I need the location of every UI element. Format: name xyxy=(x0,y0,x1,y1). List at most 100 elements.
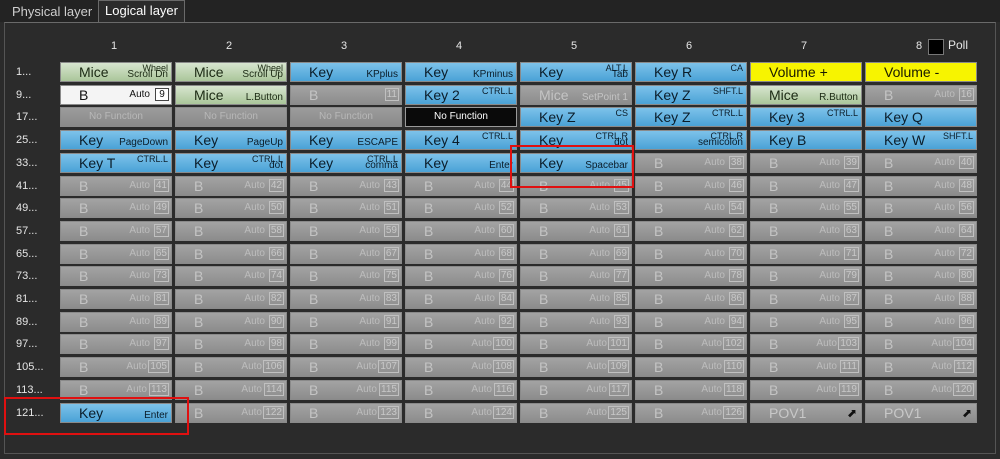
grid-button-64[interactable]: B Auto 64 xyxy=(865,220,977,241)
grid-button-71[interactable]: B Auto 71 xyxy=(750,243,862,264)
grid-button-40[interactable]: B Auto 40 xyxy=(865,152,977,173)
grid-button-126[interactable]: B Auto 126 xyxy=(635,402,747,423)
grid-button-34[interactable]: Key dot CTRL.L xyxy=(175,152,287,173)
grid-button-119[interactable]: B Auto 119 xyxy=(750,379,862,400)
grid-button-82[interactable]: B Auto 82 xyxy=(175,289,287,309)
grid-button-88[interactable]: B Auto 88 xyxy=(865,289,977,309)
grid-button-11[interactable]: B 11 xyxy=(290,84,402,105)
grid-button-22[interactable]: Key Z CTRL.L xyxy=(635,107,747,128)
grid-button-79[interactable]: B Auto 79 xyxy=(750,266,862,287)
grid-button-118[interactable]: B Auto 118 xyxy=(635,379,747,400)
grid-button-86[interactable]: B Auto 86 xyxy=(635,289,747,309)
grid-button-30[interactable]: semicolon CTRL.R xyxy=(635,130,747,151)
grid-button-52[interactable]: B Auto 52 xyxy=(405,198,517,219)
grid-button-74[interactable]: B Auto 74 xyxy=(175,266,287,287)
grid-button-68[interactable]: B Auto 68 xyxy=(405,243,517,264)
grid-button-17[interactable]: No Function xyxy=(60,107,172,128)
grid-button-1[interactable]: Mice Scroll Dn Wheel xyxy=(60,62,172,82)
grid-button-54[interactable]: B Auto 54 xyxy=(635,198,747,219)
grid-button-50[interactable]: B Auto 50 xyxy=(175,198,287,219)
grid-button-55[interactable]: B Auto 55 xyxy=(750,198,862,219)
grid-button-109[interactable]: B Auto 109 xyxy=(520,357,632,378)
grid-button-89[interactable]: B Auto 89 xyxy=(60,311,172,332)
grid-button-65[interactable]: B Auto 65 xyxy=(60,243,172,264)
poll-checkbox[interactable] xyxy=(928,39,944,55)
grid-button-63[interactable]: B Auto 63 xyxy=(750,220,862,241)
grid-button-108[interactable]: B Auto 108 xyxy=(405,357,517,378)
grid-button-75[interactable]: B Auto 75 xyxy=(290,266,402,287)
tab-logical-layer[interactable]: Logical layer xyxy=(98,0,185,22)
grid-button-87[interactable]: B Auto 87 xyxy=(750,289,862,309)
grid-button-73[interactable]: B Auto 73 xyxy=(60,266,172,287)
grid-button-61[interactable]: B Auto 61 xyxy=(520,220,632,241)
grid-button-33[interactable]: Key T CTRL.L xyxy=(60,152,172,173)
grid-button-9[interactable]: B Auto 9 xyxy=(60,84,172,105)
grid-button-67[interactable]: B Auto 67 xyxy=(290,243,402,264)
grid-button-37[interactable]: Key Spacebar xyxy=(520,152,632,173)
grid-button-19[interactable]: No Function xyxy=(290,107,402,128)
grid-button-77[interactable]: B Auto 77 xyxy=(520,266,632,287)
grid-button-35[interactable]: Key comma CTRL.L xyxy=(290,152,402,173)
grid-button-48[interactable]: B Auto 48 xyxy=(865,175,977,196)
grid-button-128[interactable]: POV1 ⬈ xyxy=(865,402,977,423)
grid-button-70[interactable]: B Auto 70 xyxy=(635,243,747,264)
grid-button-123[interactable]: B Auto 123 xyxy=(290,402,402,423)
grid-button-16[interactable]: B Auto 16 xyxy=(865,84,977,105)
grid-button-5[interactable]: Key Tab ALT.L xyxy=(520,62,632,82)
grid-button-47[interactable]: B Auto 47 xyxy=(750,175,862,196)
grid-button-117[interactable]: B Auto 117 xyxy=(520,379,632,400)
grid-button-12[interactable]: Key 2 CTRL.L xyxy=(405,84,517,105)
grid-button-49[interactable]: B Auto 49 xyxy=(60,198,172,219)
grid-button-43[interactable]: B Auto 43 xyxy=(290,175,402,196)
grid-button-80[interactable]: B Auto 80 xyxy=(865,266,977,287)
grid-button-10[interactable]: Mice L.Button xyxy=(175,84,287,105)
grid-button-13[interactable]: Mice SetPoint 1 xyxy=(520,84,632,105)
grid-button-7[interactable]: Volume + xyxy=(750,62,862,82)
grid-button-112[interactable]: B Auto 112 xyxy=(865,357,977,378)
grid-button-96[interactable]: B Auto 96 xyxy=(865,311,977,332)
grid-button-100[interactable]: B Auto 100 xyxy=(405,334,517,355)
grid-button-95[interactable]: B Auto 95 xyxy=(750,311,862,332)
grid-button-81[interactable]: B Auto 81 xyxy=(60,289,172,309)
grid-button-6[interactable]: Key R CA xyxy=(635,62,747,82)
grid-button-58[interactable]: B Auto 58 xyxy=(175,220,287,241)
grid-button-56[interactable]: B Auto 56 xyxy=(865,198,977,219)
grid-button-83[interactable]: B Auto 83 xyxy=(290,289,402,309)
grid-button-78[interactable]: B Auto 78 xyxy=(635,266,747,287)
grid-button-62[interactable]: B Auto 62 xyxy=(635,220,747,241)
grid-button-8[interactable]: Volume - xyxy=(865,62,977,82)
grid-button-14[interactable]: Key Z SHFT.L xyxy=(635,84,747,105)
grid-button-106[interactable]: B Auto 106 xyxy=(175,357,287,378)
grid-button-85[interactable]: B Auto 85 xyxy=(520,289,632,309)
grid-button-99[interactable]: B Auto 99 xyxy=(290,334,402,355)
grid-button-36[interactable]: Key Enter xyxy=(405,152,517,173)
grid-button-42[interactable]: B Auto 42 xyxy=(175,175,287,196)
grid-button-125[interactable]: B Auto 125 xyxy=(520,402,632,423)
grid-button-57[interactable]: B Auto 57 xyxy=(60,220,172,241)
grid-button-110[interactable]: B Auto 110 xyxy=(635,357,747,378)
grid-button-127[interactable]: POV1 ⬈ xyxy=(750,402,862,423)
grid-button-66[interactable]: B Auto 66 xyxy=(175,243,287,264)
grid-button-114[interactable]: B Auto 114 xyxy=(175,379,287,400)
grid-button-101[interactable]: B Auto 101 xyxy=(520,334,632,355)
grid-button-20[interactable]: No Function xyxy=(405,107,517,128)
grid-button-27[interactable]: Key ESCAPE xyxy=(290,130,402,151)
grid-button-51[interactable]: B Auto 51 xyxy=(290,198,402,219)
grid-button-4[interactable]: Key KPminus xyxy=(405,62,517,82)
grid-button-15[interactable]: Mice R.Button xyxy=(750,84,862,105)
grid-button-93[interactable]: B Auto 93 xyxy=(520,311,632,332)
grid-button-76[interactable]: B Auto 76 xyxy=(405,266,517,287)
grid-button-102[interactable]: B Auto 102 xyxy=(635,334,747,355)
grid-button-122[interactable]: B Auto 122 xyxy=(175,402,287,423)
grid-button-59[interactable]: B Auto 59 xyxy=(290,220,402,241)
grid-button-41[interactable]: B Auto 41 xyxy=(60,175,172,196)
grid-button-39[interactable]: B Auto 39 xyxy=(750,152,862,173)
grid-button-90[interactable]: B Auto 90 xyxy=(175,311,287,332)
grid-button-23[interactable]: Key 3 CTRL.L xyxy=(750,107,862,128)
grid-button-104[interactable]: B Auto 104 xyxy=(865,334,977,355)
grid-button-26[interactable]: Key PageUp xyxy=(175,130,287,151)
grid-button-121[interactable]: Key Enter xyxy=(60,402,172,423)
grid-button-21[interactable]: Key Z CS xyxy=(520,107,632,128)
grid-button-60[interactable]: B Auto 60 xyxy=(405,220,517,241)
grid-button-91[interactable]: B Auto 91 xyxy=(290,311,402,332)
